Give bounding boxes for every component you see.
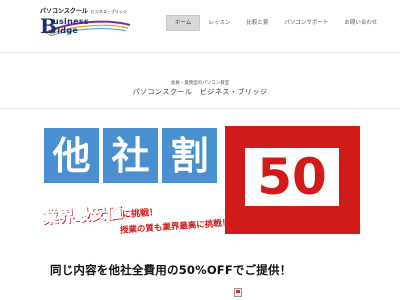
logo-school-subtext: ビジネス・ブリッジ xyxy=(90,9,127,14)
banner-tile-sha: 社 xyxy=(103,128,158,183)
banner-tile-ta: 他 xyxy=(44,128,99,183)
banner-headline-challenge: に挑戦！ xyxy=(121,207,159,221)
page-tagline: 会員・業務型のパソコン教室 xyxy=(170,81,230,86)
nav-item-home[interactable]: ホーム xyxy=(166,15,201,31)
main-nav: ホーム レッスン 比較と賞 パソコンサポート お問い合わせ xyxy=(166,15,385,31)
banner-discount-box: 50 xyxy=(225,126,360,234)
logo-word-business: usiness xyxy=(53,17,89,26)
banner-discount-number: 50 xyxy=(245,148,339,206)
site-logo[interactable]: パソコンスクール ビジネス・ブリッジ B usiness ridge xyxy=(36,6,132,42)
title-divider xyxy=(0,108,400,109)
nav-item-pc-support[interactable]: パソコンサポート xyxy=(276,15,336,31)
nav-item-contact[interactable]: お問い合わせ xyxy=(336,15,385,31)
nav-item-comparison[interactable]: 比較と賞 xyxy=(238,15,276,31)
banner-headline-main: 業界最安値 xyxy=(41,202,123,227)
banner-tile-wari: 割 xyxy=(162,128,217,183)
banner-offer-text: 同じ内容を他社全費用の50%OFFでご提供！ xyxy=(50,263,292,277)
small-badge-icon xyxy=(234,288,242,297)
logo-word-bridge: ridge xyxy=(53,26,79,35)
header-divider xyxy=(0,52,400,53)
page-title: パソコンスクール ビジネス・ブリッジ xyxy=(132,88,268,96)
promo-banner[interactable]: 他 社 割 50 業界最安値に挑戦！ 授業の質も業界最高に挑戦！ 同じ内容を他社… xyxy=(40,124,360,300)
nav-item-lessons[interactable]: レッスン xyxy=(200,15,238,31)
